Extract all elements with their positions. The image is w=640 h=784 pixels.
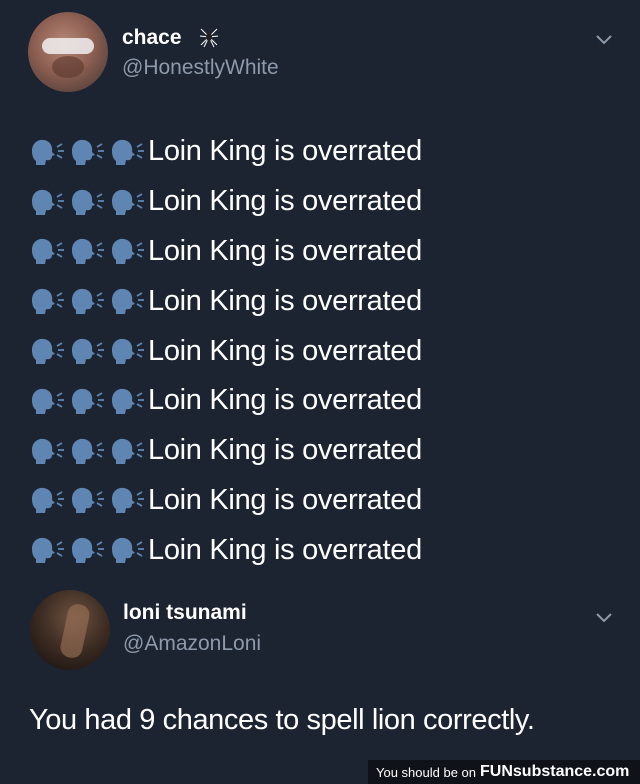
emoji-group — [28, 236, 148, 266]
speaking-head-icon — [32, 438, 64, 464]
speaking-head-icon — [112, 388, 144, 414]
emoji-group — [28, 436, 148, 466]
chevron-down-icon[interactable] — [594, 612, 614, 624]
speaking-head-icon — [32, 289, 64, 315]
speaking-head-icon — [112, 488, 144, 514]
speaking-head-icon — [72, 338, 104, 365]
display-name[interactable]: chace — [122, 26, 182, 50]
tweet-line-text: Loin King is overrated — [148, 483, 422, 516]
tweet-line: Loin King is overrated — [28, 276, 628, 326]
speaking-head-icon — [72, 189, 104, 215]
emoji-group — [28, 485, 148, 515]
speaking-head-icon — [72, 388, 104, 414]
chevron-down-icon[interactable] — [594, 34, 614, 46]
display-name[interactable]: loni tsunami — [123, 601, 247, 625]
speaking-head-icon — [112, 239, 144, 265]
tweet-line-text: Loin King is overrated — [148, 135, 422, 168]
avatar[interactable] — [28, 12, 108, 92]
emoji-group — [28, 386, 148, 416]
emoji-group — [28, 286, 148, 316]
tweet-line-text: Loin King is overrated — [148, 185, 422, 218]
emoji-group — [28, 137, 148, 167]
speaking-head-icon — [32, 239, 64, 265]
speaking-head-icon — [32, 538, 64, 564]
tweet-line: Loin King is overrated — [28, 476, 628, 526]
tweet-line-text: Loin King is overrated — [148, 284, 422, 317]
tweet-line-text: Loin King is overrated — [148, 384, 422, 417]
tweet-line-text: Loin King is overrated — [148, 434, 422, 467]
tweet-line-text: Loin King is overrated — [148, 334, 422, 367]
tweet-line: Loin King is overrated — [28, 426, 628, 476]
speaking-head-icon — [112, 538, 144, 564]
speaking-head-icon — [72, 139, 104, 165]
speaking-head-icon — [32, 488, 64, 514]
emoji-group — [28, 187, 148, 217]
speaking-head-icon — [112, 189, 144, 215]
tweet-line-text: Loin King is overrated — [148, 533, 422, 566]
speaking-head-icon — [72, 488, 104, 514]
emoji-group — [28, 535, 148, 565]
watermark-prefix: You should be on — [376, 764, 477, 780]
speaking-head-icon — [32, 338, 64, 365]
speaking-head-icon — [112, 139, 144, 165]
tweet-line: Loin King is overrated — [28, 227, 628, 277]
speaking-head-icon — [32, 388, 64, 414]
spider-icon — [199, 28, 219, 48]
tweet-line: Loin King is overrated — [28, 127, 628, 177]
emoji-group — [28, 336, 148, 366]
tweet-original: chace @HonestlyWhite Loin King is overra… — [0, 0, 640, 580]
tweet-body: Loin King is overrated Loin King is over… — [28, 127, 628, 575]
speaking-head-icon — [72, 538, 104, 564]
speaking-head-icon — [32, 139, 64, 165]
avatar-face-shape — [52, 56, 84, 78]
tweet-line: Loin King is overrated — [28, 525, 628, 575]
watermark: You should be on FUNsubstance.com — [368, 760, 640, 784]
avatar-figure-shape — [58, 602, 92, 660]
watermark-brand: FUNsubstance.com — [480, 763, 630, 780]
reply-text: You had 9 chances to spell lion correctl… — [29, 704, 535, 736]
user-handle[interactable]: @HonestlyWhite — [122, 56, 279, 80]
speaking-head-icon — [72, 239, 104, 265]
speaking-head-icon — [72, 438, 104, 464]
speaking-head-icon — [112, 338, 144, 365]
speaking-head-icon — [72, 289, 104, 315]
speaking-head-icon — [32, 189, 64, 215]
user-handle[interactable]: @AmazonLoni — [123, 632, 261, 656]
speaking-head-icon — [112, 438, 144, 464]
tweet-line-text: Loin King is overrated — [148, 234, 422, 267]
tweet-line: Loin King is overrated — [28, 326, 628, 376]
avatar[interactable] — [30, 590, 110, 670]
tweet-line: Loin King is overrated — [28, 376, 628, 426]
speaking-head-icon — [112, 289, 144, 315]
avatar-glasses-shape — [42, 38, 94, 54]
tweet-line: Loin King is overrated — [28, 177, 628, 227]
